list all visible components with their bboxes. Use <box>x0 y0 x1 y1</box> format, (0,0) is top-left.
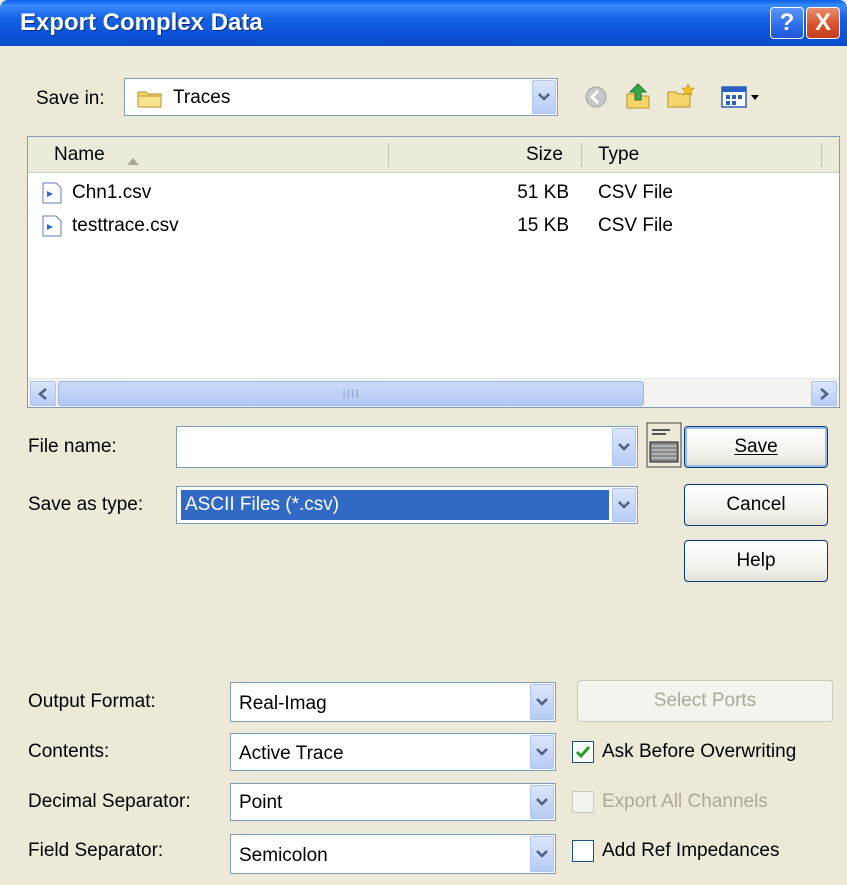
column-divider[interactable] <box>581 143 582 167</box>
save-in-value: Traces <box>173 87 231 108</box>
view-menu-icon[interactable] <box>720 84 764 116</box>
decimal-separator-label: Decimal Separator: <box>28 791 191 812</box>
add-ref-impedances-label[interactable]: Add Ref Impedances <box>602 840 779 862</box>
close-button[interactable]: X <box>806 7 840 39</box>
up-folder-icon[interactable] <box>624 82 652 116</box>
folder-icon <box>137 88 163 114</box>
keyboard-icon[interactable] <box>646 422 682 474</box>
save-as-type-value: ASCII Files (*.csv) <box>181 490 609 520</box>
save-button[interactable]: Save <box>684 426 828 468</box>
column-divider[interactable] <box>821 143 822 167</box>
column-header-size[interactable]: Size <box>526 137 563 173</box>
title-bar[interactable]: Export Complex Data ? X <box>0 0 847 46</box>
horizontal-scrollbar[interactable]: IIII <box>28 378 839 407</box>
file-type: CSV File <box>598 182 673 203</box>
decimal-separator-value: Point <box>239 792 283 813</box>
add-ref-impedances-checkbox[interactable] <box>572 840 594 862</box>
chevron-down-icon[interactable] <box>612 488 636 522</box>
file-name: Chn1.csv <box>72 182 152 203</box>
field-separator-label: Field Separator: <box>28 840 164 861</box>
file-list[interactable]: Name Size Type Chn1.csv 51 KB CSV File t… <box>27 136 840 408</box>
save-button-label: Save <box>734 436 778 457</box>
export-all-channels-label: Export All Channels <box>602 791 768 812</box>
column-header-type[interactable]: Type <box>598 137 639 173</box>
help-button[interactable]: Help <box>684 540 828 582</box>
output-format-value: Real-Imag <box>239 693 327 714</box>
ask-before-overwriting-label[interactable]: Ask Before Overwriting <box>602 741 796 763</box>
contents-dropdown[interactable]: Active Trace <box>230 733 556 771</box>
file-row[interactable]: testtrace.csv 15 KB CSV File <box>28 209 839 242</box>
save-as-type-dropdown[interactable]: ASCII Files (*.csv) <box>176 486 638 524</box>
new-folder-icon[interactable] <box>666 82 696 116</box>
column-divider[interactable] <box>388 143 389 167</box>
chevron-down-icon[interactable] <box>530 785 554 819</box>
chevron-down-icon[interactable] <box>530 735 554 769</box>
chevron-down-icon[interactable] <box>612 428 636 466</box>
csv-file-icon <box>42 182 62 204</box>
field-separator-dropdown[interactable]: Semicolon <box>230 834 556 874</box>
file-size: 51 KB <box>517 182 569 203</box>
select-ports-button[interactable]: Select Ports <box>577 680 833 722</box>
csv-file-icon <box>42 215 62 237</box>
checkmark-icon <box>575 746 591 759</box>
save-in-dropdown[interactable]: Traces <box>124 78 558 116</box>
save-in-label: Save in: <box>36 88 105 109</box>
file-size: 15 KB <box>517 215 569 236</box>
decimal-separator-dropdown[interactable]: Point <box>230 783 556 821</box>
chevron-down-icon[interactable] <box>530 836 554 872</box>
help-title-button[interactable]: ? <box>770 7 804 39</box>
contents-value: Active Trace <box>239 743 344 764</box>
ask-before-overwriting-checkbox[interactable] <box>572 741 594 763</box>
file-name-input[interactable] <box>176 426 638 468</box>
save-as-type-label: Save as type: <box>28 494 144 515</box>
file-row[interactable]: Chn1.csv 51 KB CSV File <box>28 176 839 209</box>
export-all-channels-checkbox[interactable] <box>572 791 594 813</box>
file-type: CSV File <box>598 215 673 236</box>
file-list-header: Name Size Type <box>28 137 839 173</box>
file-name: testtrace.csv <box>72 215 179 236</box>
export-dialog: Export Complex Data ? X Save in: Traces … <box>0 0 847 885</box>
window-title: Export Complex Data <box>20 9 263 36</box>
contents-label: Contents: <box>28 741 110 762</box>
back-icon[interactable] <box>584 85 608 115</box>
sort-ascending-icon <box>126 150 140 172</box>
field-separator-value: Semicolon <box>239 845 328 866</box>
column-header-name[interactable]: Name <box>54 137 105 173</box>
chevron-down-icon[interactable] <box>530 684 554 720</box>
cancel-button[interactable]: Cancel <box>684 484 828 526</box>
scroll-thumb[interactable]: IIII <box>58 381 644 406</box>
file-name-label: File name: <box>28 436 117 457</box>
output-format-dropdown[interactable]: Real-Imag <box>230 682 556 722</box>
chevron-down-icon[interactable] <box>532 80 556 114</box>
scroll-left-button[interactable] <box>30 381 56 406</box>
output-format-label: Output Format: <box>28 691 156 712</box>
scroll-right-button[interactable] <box>811 381 837 406</box>
